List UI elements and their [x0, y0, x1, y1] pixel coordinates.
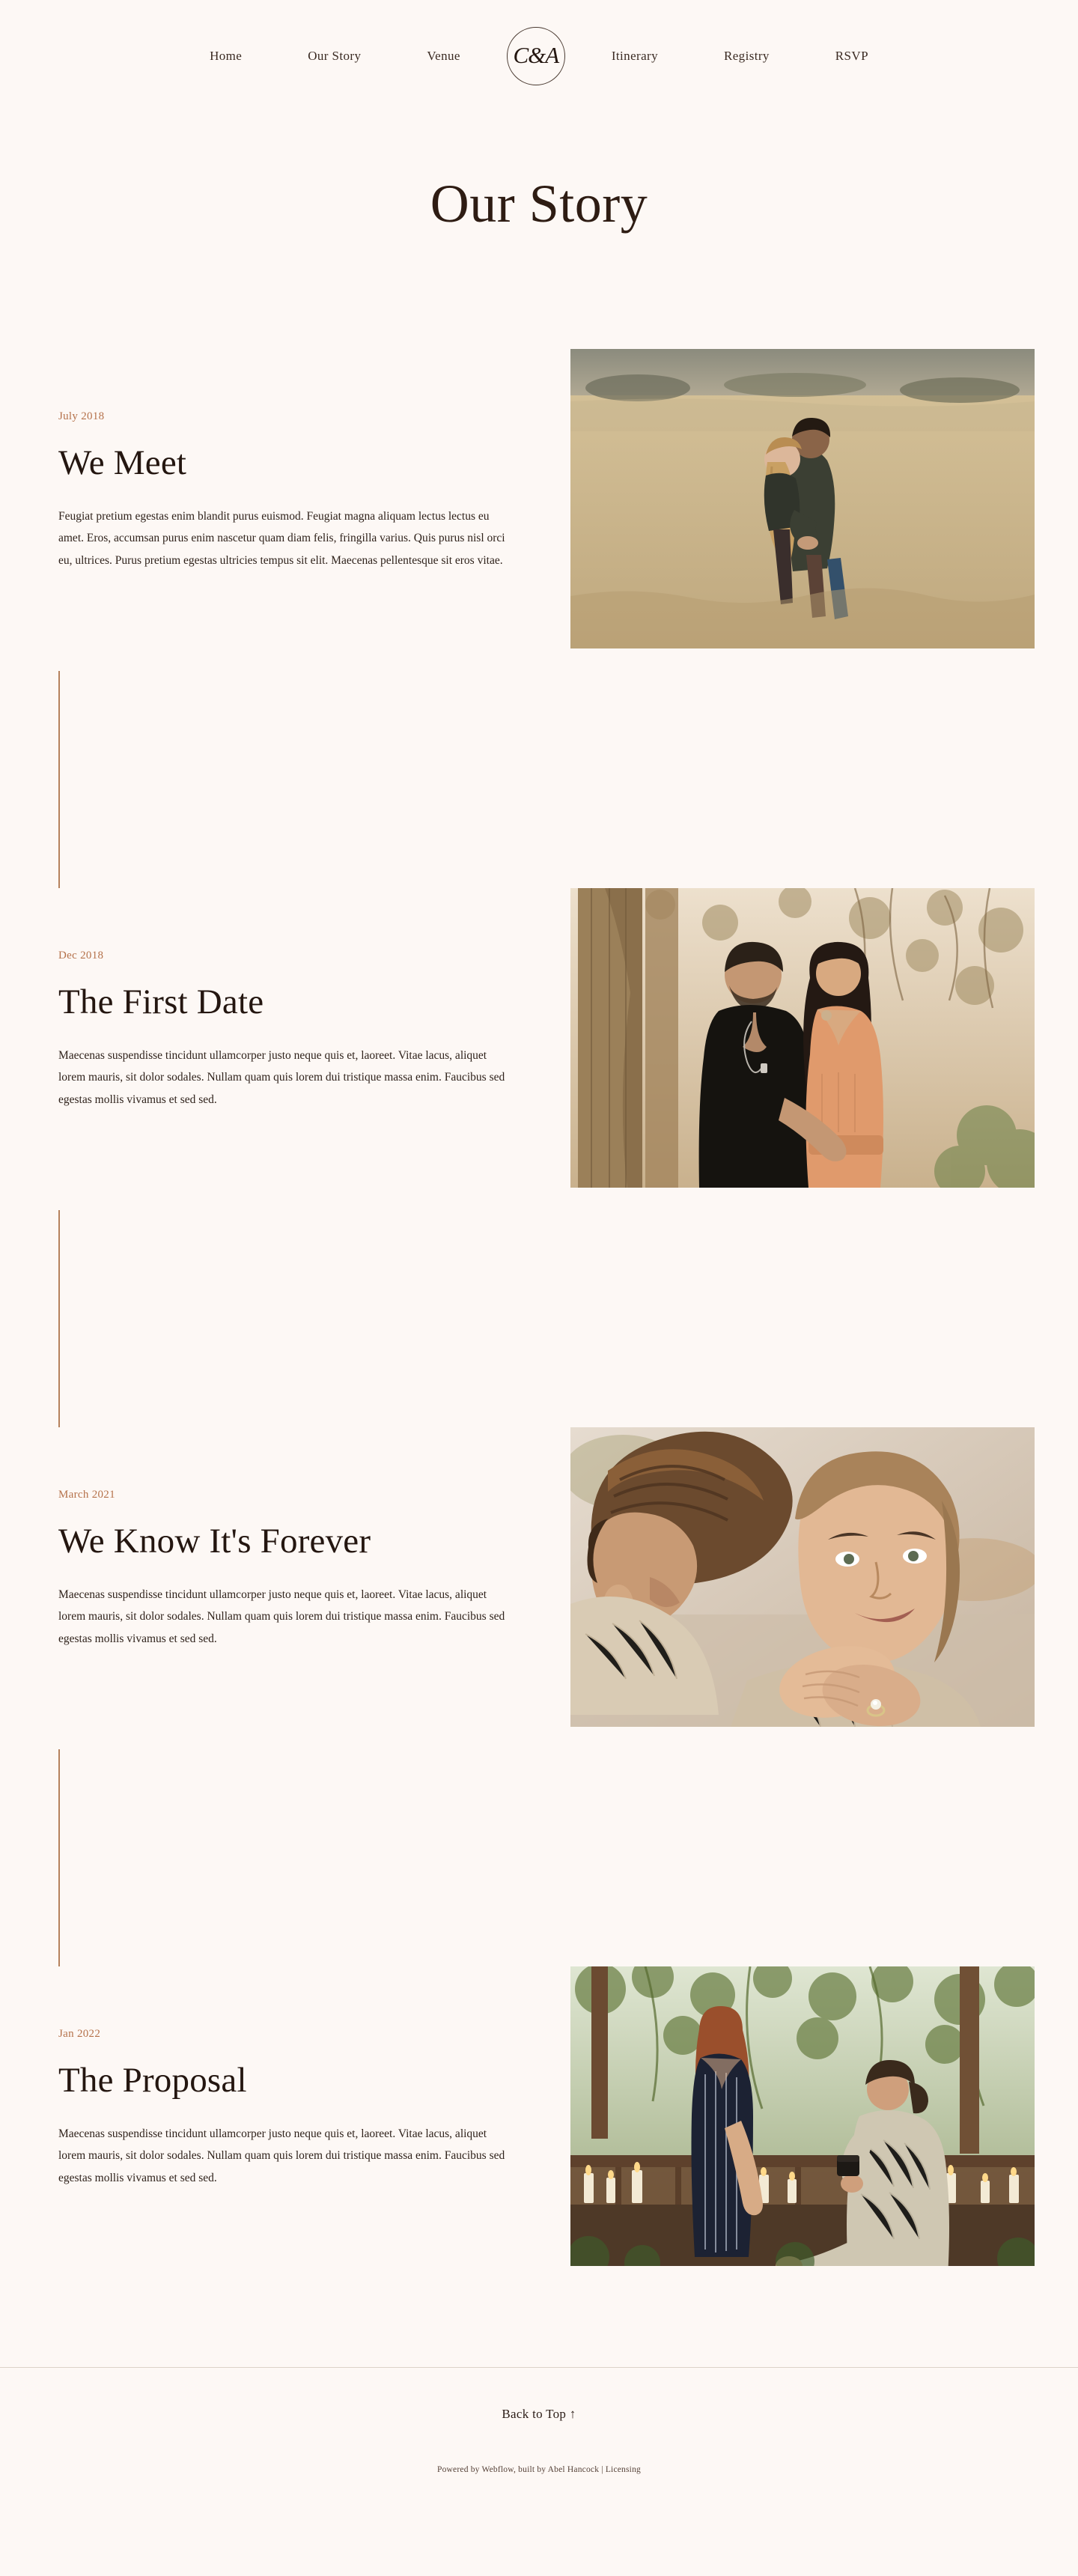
story-photo-the-proposal	[570, 1966, 1035, 2266]
site-logo-monogram[interactable]: C&A	[506, 27, 565, 85]
story-timeline: July 2018 We Meet Feugiat pretium egesta…	[0, 233, 1078, 2288]
story-body: Maecenas suspendisse tincidunt ullamcorp…	[58, 1048, 505, 1107]
nav-link-our-story[interactable]: Our Story	[275, 49, 394, 64]
story-entry: Dec 2018 The First Date Maecenas suspend…	[0, 887, 1078, 1210]
nav-link-registry[interactable]: Registry	[691, 49, 803, 64]
story-photo-we-meet	[570, 348, 1035, 648]
credit-licensing-link[interactable]: Licensing	[606, 2465, 641, 2474]
back-to-top-link[interactable]: Back to Top ↑	[502, 2407, 576, 2422]
nav-link-venue[interactable]: Venue	[394, 49, 493, 64]
main-navigation: Home Our Story Venue C&A Itinerary Regis…	[0, 0, 1078, 112]
story-heading: We Know It's Forever	[58, 1521, 371, 1561]
page-title: Our Story	[430, 174, 648, 234]
credit-webflow-link[interactable]: Webflow	[481, 2465, 514, 2474]
timeline-connector	[0, 1749, 1078, 1966]
story-text-block: Dec 2018 The First Date Maecenas suspend…	[0, 888, 524, 1111]
timeline-connector	[0, 670, 1078, 888]
story-body: Maecenas suspendisse tincidunt ullamcorp…	[58, 1588, 505, 1646]
page-header: Our Story	[0, 112, 1078, 233]
nav-link-home[interactable]: Home	[177, 49, 275, 64]
story-heading: The Proposal	[58, 2060, 247, 2100]
story-date: Dec 2018	[58, 949, 104, 962]
story-heading: The First Date	[58, 982, 264, 1021]
story-date: Jan 2022	[58, 2027, 101, 2040]
story-body: Feugiat pretium egestas enim blandit pur…	[58, 509, 505, 568]
story-date: July 2018	[58, 410, 105, 422]
story-heading: We Meet	[58, 443, 187, 482]
credit-middle: , built by	[514, 2464, 548, 2474]
credit-prefix: Powered by	[437, 2464, 482, 2474]
page-footer: Back to Top ↑ Powered by Webflow, built …	[0, 2366, 1078, 2503]
story-entry: July 2018 We Meet Feugiat pretium egesta…	[0, 348, 1078, 671]
logo-text: C&A	[513, 42, 559, 68]
story-body: Maecenas suspendisse tincidunt ullamcorp…	[58, 2127, 505, 2185]
story-text-block: Jan 2022 The Proposal Maecenas suspendis…	[0, 1966, 524, 2190]
nav-links-right: Itinerary Registry RSVP	[579, 49, 901, 64]
footer-credit: Powered by Webflow, built by Abel Hancoc…	[0, 2465, 1078, 2503]
story-photo-we-know-its-forever	[570, 1427, 1035, 1727]
story-date: March 2021	[58, 1488, 115, 1501]
story-text-block: July 2018 We Meet Feugiat pretium egesta…	[0, 349, 524, 572]
nav-links-left: Home Our Story Venue	[177, 49, 493, 64]
story-entry: March 2021 We Know It's Forever Maecenas…	[0, 1427, 1078, 1749]
nav-link-itinerary[interactable]: Itinerary	[579, 49, 691, 64]
nav-link-rsvp[interactable]: RSVP	[803, 49, 901, 64]
story-entry: Jan 2022 The Proposal Maecenas suspendis…	[0, 1966, 1078, 2288]
story-photo-first-date	[570, 887, 1035, 1188]
story-text-block: March 2021 We Know It's Forever Maecenas…	[0, 1427, 524, 1650]
credit-separator: |	[599, 2464, 606, 2474]
timeline-connector	[0, 1209, 1078, 1427]
credit-author-link[interactable]: Abel Hancock	[548, 2465, 600, 2474]
